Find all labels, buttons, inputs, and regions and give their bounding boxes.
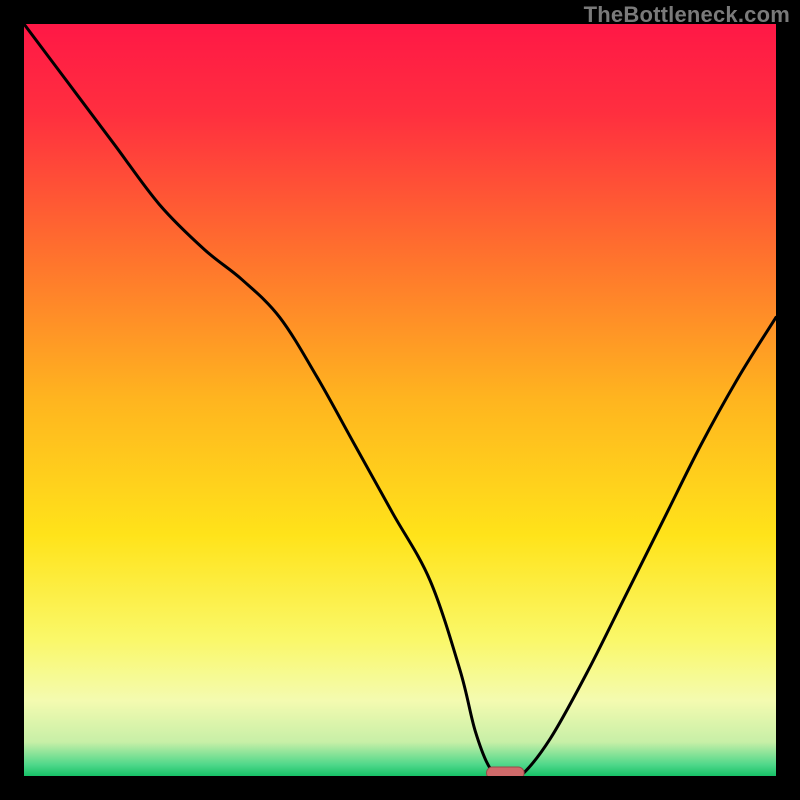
gradient-background [24,24,776,776]
chart-frame: TheBottleneck.com [0,0,800,800]
optimal-marker [486,767,524,776]
chart-svg [24,24,776,776]
plot-area [24,24,776,776]
